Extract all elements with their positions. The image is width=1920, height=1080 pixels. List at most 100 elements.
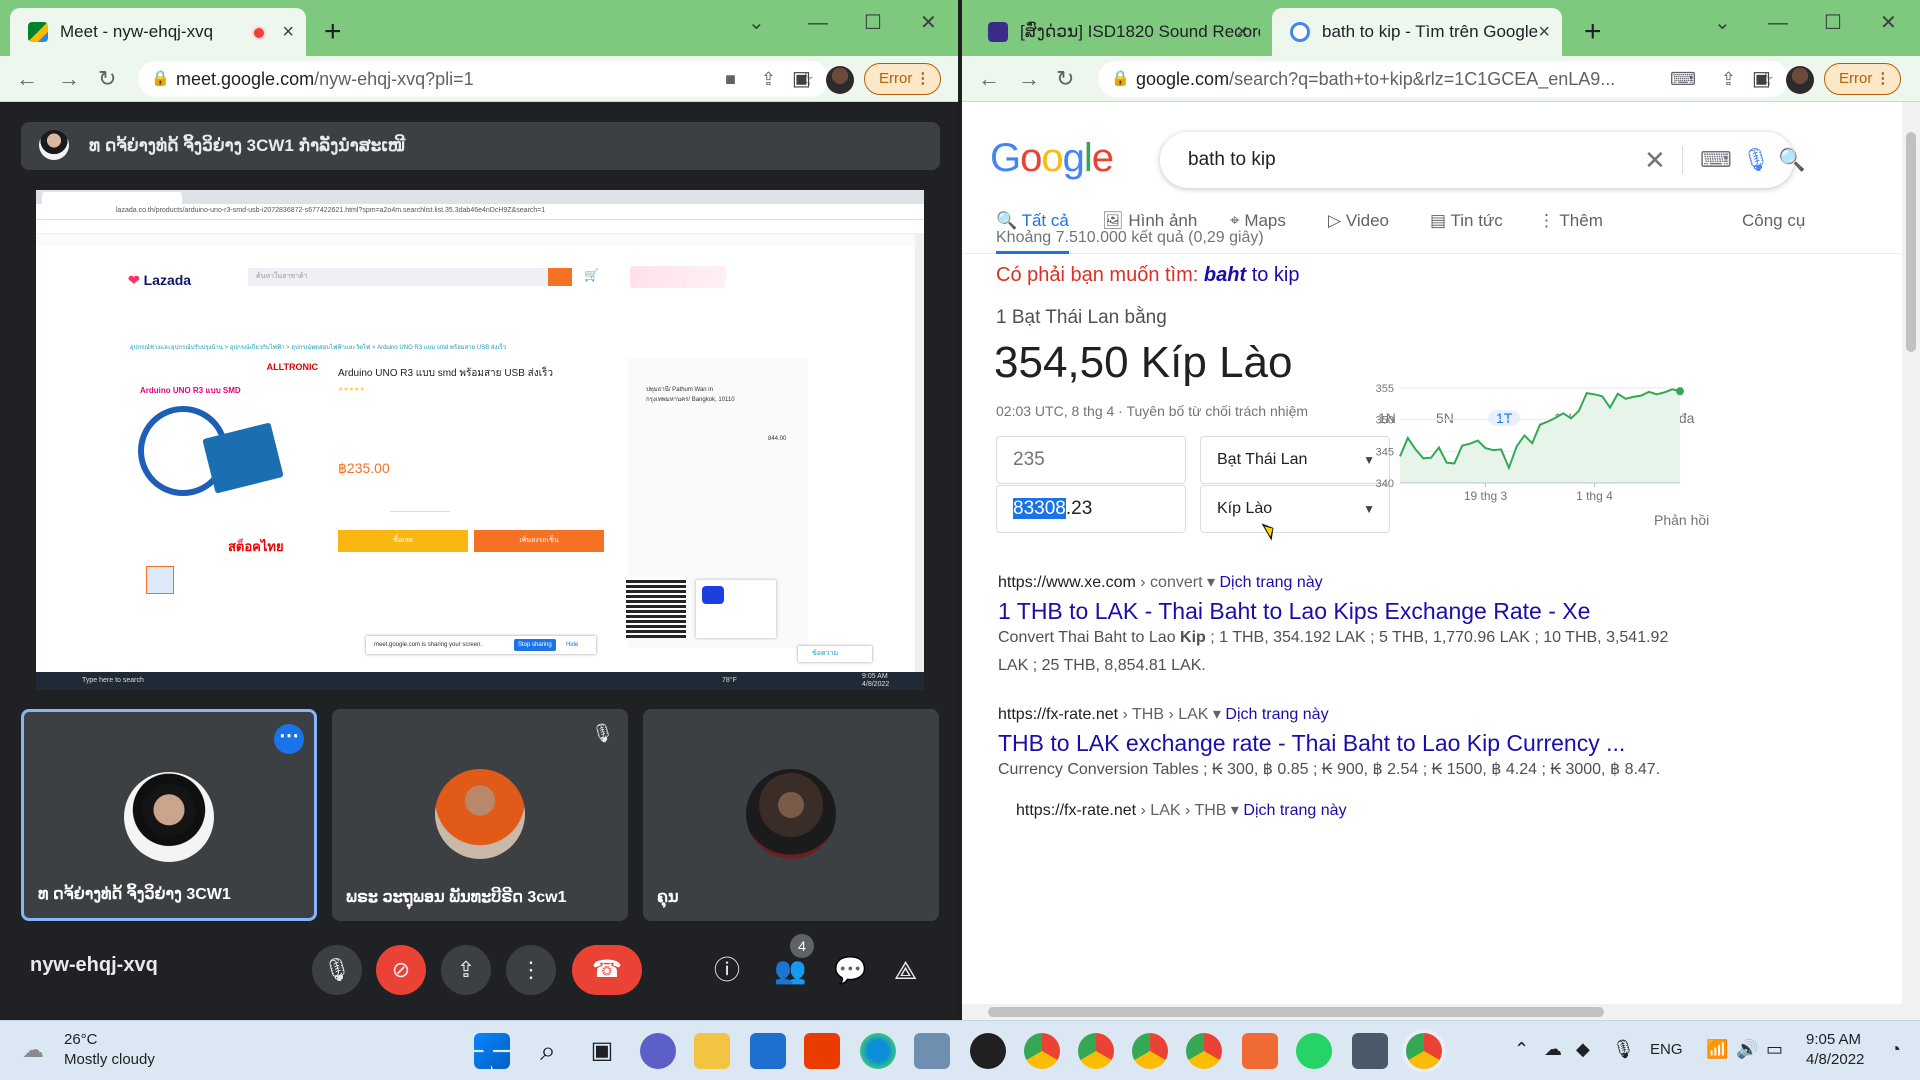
close-tab-icon[interactable]: ×	[1236, 8, 1248, 56]
result-options-arrow-icon[interactable]: ▾	[1213, 706, 1221, 723]
chat-icon[interactable]: 💬	[834, 954, 866, 986]
notification-icon[interactable]: ◔	[1890, 1039, 1901, 1060]
feedback-link[interactable]: Phản hồi	[1654, 512, 1709, 528]
tab-lazada[interactable]: [ສົ່ງດ່ວນ] ISD1820 Sound Recording ×	[970, 8, 1260, 56]
keyboard-icon[interactable]: ⌨	[1700, 132, 1732, 188]
chrome-active-icon[interactable]	[1406, 1033, 1442, 1069]
result-url[interactable]: https://fx-rate.net › THB › LAK ▾ Dịch t…	[998, 704, 1329, 724]
close-tab-icon[interactable]: ×	[1538, 8, 1550, 56]
forward-arrow-icon[interactable]: →	[1018, 64, 1040, 94]
vertical-scrollbar[interactable]	[1902, 102, 1920, 1020]
more-options-button[interactable]: ⋮	[506, 945, 556, 995]
weather-condition[interactable]: Mostly cloudy	[64, 1051, 155, 1068]
close-window-button[interactable]: ✕	[1880, 8, 1897, 38]
new-tab-button[interactable]: +	[1584, 8, 1602, 56]
weather-temperature[interactable]: 26°C	[64, 1031, 98, 1048]
edge-icon[interactable]	[860, 1033, 896, 1069]
maximize-button[interactable]: ☐	[1824, 8, 1842, 38]
weather-icon[interactable]: ☁	[22, 1037, 44, 1063]
address-bar[interactable]: 🔒 meet.google.com/nyw-ehqj-xvq?pli=1 ■ ⇪…	[138, 61, 828, 97]
start-button[interactable]	[474, 1033, 510, 1069]
clock-date[interactable]: 4/8/2022	[1806, 1051, 1864, 1068]
result-options-arrow-icon[interactable]: ▾	[1207, 574, 1215, 591]
google-logo[interactable]: Google	[990, 136, 1114, 181]
address-bar[interactable]: 🔒 google.com/search?q=bath+to+kip&rlz=1C…	[1098, 61, 1788, 97]
photos-icon[interactable]	[914, 1033, 950, 1069]
tab-search-chevron-icon[interactable]: ⌄	[748, 8, 765, 38]
dropbox-icon[interactable]: ◆	[1576, 1039, 1590, 1060]
chat-app-icon[interactable]	[640, 1033, 676, 1069]
back-arrow-icon[interactable]: ←	[978, 64, 1000, 94]
participant-tile-3[interactable]: ຄຸນ	[643, 709, 939, 921]
side-panel-icon[interactable]: ▣	[792, 66, 811, 92]
more-options-icon[interactable]: ⋯	[274, 724, 304, 754]
result-title[interactable]: THB to LAK exchange rate - Thai Baht to …	[998, 730, 1625, 757]
task-view-icon[interactable]: ▣	[584, 1033, 620, 1069]
onedrive-icon[interactable]: ☁	[1544, 1039, 1562, 1060]
app-icon[interactable]	[1242, 1033, 1278, 1069]
side-panel-icon[interactable]: ▣	[1752, 66, 1771, 92]
share-icon[interactable]: ⇪	[761, 61, 776, 97]
tab-more[interactable]: ⋮ Thêm	[1538, 188, 1603, 254]
obs-icon[interactable]	[970, 1033, 1006, 1069]
close-window-button[interactable]: ✕	[920, 8, 937, 38]
people-icon[interactable]: 👥	[774, 954, 806, 986]
language-indicator[interactable]: ENG	[1650, 1041, 1683, 1058]
search-box[interactable]: bath to kip ✕ ⌨ 🎙 🔍	[1160, 132, 1805, 188]
translate-link[interactable]: Dịch trang này	[1225, 706, 1328, 723]
converted-amount-input[interactable]: 83308.23	[996, 485, 1186, 533]
exchange-rate-chart[interactable]: 340 345 350 355 19 thg 3 1 thg 4	[1360, 378, 1690, 508]
camera-off-button[interactable]: ⊘	[376, 945, 426, 995]
leave-call-button[interactable]: ☎	[572, 945, 642, 995]
share-icon[interactable]: ⇪	[1721, 61, 1736, 97]
participant-tile-2[interactable]: 🎙 ພຣະ ວະຖຸພອນ ພັນທະບີຣີດ 3cw1	[332, 709, 628, 921]
tools-button[interactable]: Công cụ	[1742, 188, 1805, 254]
result-options-arrow-icon[interactable]: ▾	[1231, 802, 1239, 819]
volume-icon[interactable]: 🔊	[1736, 1039, 1758, 1060]
chrome-icon[interactable]	[1024, 1033, 1060, 1069]
horizontal-scrollbar[interactable]	[962, 1004, 1904, 1020]
profile-avatar[interactable]	[826, 66, 854, 94]
tab-google[interactable]: bath to kip - Tìm trên Google ×	[1272, 8, 1562, 56]
chrome-profile-icon[interactable]	[1078, 1033, 1114, 1069]
profile-error-button[interactable]: Error ⋮	[1824, 63, 1902, 95]
translate-link[interactable]: Dịch trang này	[1219, 574, 1322, 591]
minimize-button[interactable]: —	[1768, 8, 1788, 38]
activities-icon[interactable]: ⟁	[894, 954, 917, 986]
result-title[interactable]: 1 THB to LAK - Thai Baht to Lao Kips Exc…	[998, 598, 1590, 625]
new-tab-button[interactable]: +	[324, 8, 342, 56]
amount-input[interactable]: 235	[996, 436, 1186, 484]
battery-icon[interactable]: ▭	[1766, 1039, 1783, 1060]
did-you-mean-link[interactable]: baht to kip	[1204, 264, 1300, 286]
tab-news[interactable]: ▤ Tin tức	[1430, 188, 1503, 254]
tab-search-chevron-icon[interactable]: ⌄	[1714, 8, 1731, 38]
scrollbar-thumb[interactable]	[988, 1007, 1604, 1017]
wifi-icon[interactable]: 📶	[1706, 1039, 1728, 1060]
participant-tile-1[interactable]: ⋯ ທ ດຈ້ຍ່າງທ່ດ້ ຈ້ິງວິຍ່າງ 3CW1	[21, 709, 317, 921]
clock-time[interactable]: 9:05 AM	[1806, 1031, 1861, 1048]
store-icon[interactable]	[750, 1033, 786, 1069]
file-explorer-icon[interactable]	[694, 1033, 730, 1069]
close-tab-icon[interactable]: ×	[282, 8, 294, 56]
chrome-profile-icon[interactable]	[1186, 1033, 1222, 1069]
profile-avatar[interactable]	[1786, 66, 1814, 94]
reload-icon[interactable]: ↻	[98, 64, 116, 94]
result-url[interactable]: https://fx-rate.net › LAK › THB ▾ Dịch t…	[1016, 800, 1347, 820]
microphone-icon[interactable]: 🎙	[1612, 1039, 1635, 1060]
search-icon[interactable]: ⌕	[530, 1033, 566, 1069]
forward-arrow-icon[interactable]: →	[58, 64, 80, 94]
reload-icon[interactable]: ↻	[1056, 64, 1074, 94]
present-screen-button[interactable]: ⇪	[441, 945, 491, 995]
tab-video[interactable]: ▷ Video	[1328, 188, 1389, 254]
camera-blocked-icon[interactable]: ■	[725, 61, 736, 97]
translate-link[interactable]: Dịch trang này	[1243, 802, 1346, 819]
chrome-profile-icon[interactable]	[1132, 1033, 1168, 1069]
whatsapp-icon[interactable]	[1296, 1033, 1332, 1069]
tab-meet[interactable]: Meet - nyw-ehqj-xvq ×	[10, 8, 306, 56]
back-arrow-icon[interactable]: ←	[16, 64, 38, 94]
profile-error-button[interactable]: Error ⋮	[864, 63, 942, 95]
meeting-info-icon[interactable]: ⓘ	[714, 954, 740, 986]
chevron-up-icon[interactable]: ⌃	[1514, 1039, 1529, 1060]
microphone-icon[interactable]: 🎙	[1742, 132, 1770, 188]
clear-icon[interactable]: ✕	[1644, 132, 1666, 188]
